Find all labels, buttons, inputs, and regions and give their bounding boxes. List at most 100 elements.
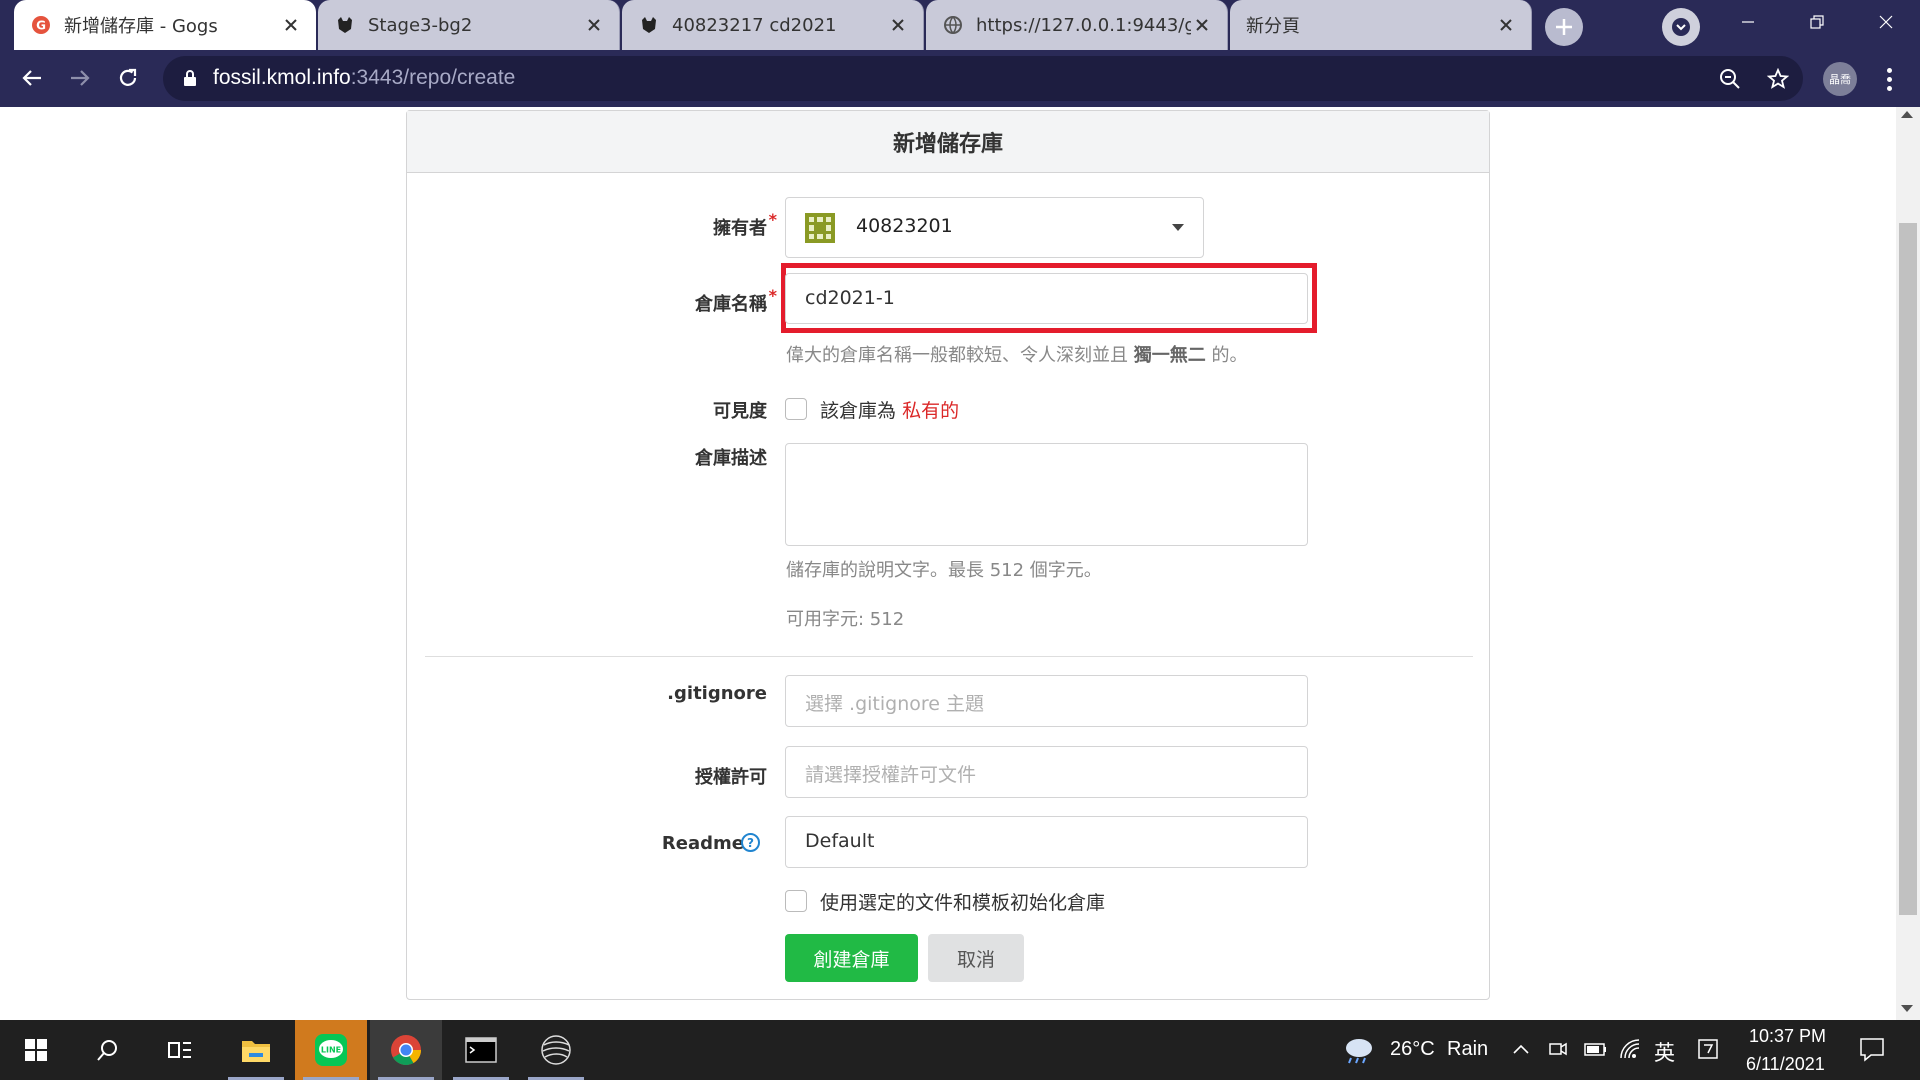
line-app-button[interactable]: LINE <box>295 1020 367 1080</box>
repo-name-value: cd2021-1 <box>805 287 895 309</box>
minimize-button[interactable] <box>1716 0 1780 44</box>
visibility-label: 可見度 <box>713 401 767 422</box>
search-button[interactable] <box>72 1020 144 1080</box>
chevron-up-icon[interactable] <box>1512 1040 1530 1062</box>
repo-name-hint-c: 的。 <box>1211 345 1248 366</box>
readme-label: Readme <box>661 833 744 854</box>
weather-icon[interactable] <box>1342 1036 1376 1070</box>
profile-avatar[interactable]: 晶喬 <box>1823 62 1857 96</box>
owner-avatar <box>805 213 835 243</box>
create-repo-button[interactable]: 創建倉庫 <box>785 934 918 982</box>
close-icon[interactable] <box>583 14 605 36</box>
start-button[interactable] <box>0 1020 72 1080</box>
reload-button[interactable] <box>108 58 148 98</box>
readme-value: Default <box>805 830 875 852</box>
license-select[interactable]: 請選擇授權許可文件 <box>785 746 1308 798</box>
tab-40823217-cd2021[interactable]: 40823217 cd2021 <box>622 0 924 50</box>
globe-icon <box>942 14 964 36</box>
chrome-button[interactable] <box>370 1020 442 1080</box>
repo-name-input[interactable]: cd2021-1 <box>785 273 1308 324</box>
tab-title: 新分頁 <box>1246 16 1300 37</box>
page-scrollbar[interactable] <box>1896 107 1920 1020</box>
reload-icon <box>119 68 137 86</box>
browser-tab-strip: G 新增儲存庫 - Gogs Stage3-bg2 40823217 cd202… <box>0 0 1920 50</box>
license-label: 授權許可 <box>695 767 767 788</box>
tab-search-button[interactable] <box>1662 8 1700 46</box>
back-button[interactable] <box>12 58 52 98</box>
address-bar[interactable]: fossil.kmol.info:3443/repo/create <box>163 56 1803 101</box>
repo-name-hint: 偉大的倉庫名稱一般都較短、令人深刻並且 獨一無二 的。 <box>786 341 1247 367</box>
close-window-button[interactable] <box>1854 0 1918 44</box>
minimize-icon <box>1742 21 1754 23</box>
gitignore-select[interactable]: 選擇 .gitignore 主題 <box>785 675 1308 727</box>
svg-text:LINE: LINE <box>321 1046 341 1055</box>
sphere-app-icon <box>541 1035 571 1065</box>
weather-desc[interactable]: Rain <box>1447 1038 1488 1061</box>
scroll-thumb[interactable] <box>1899 223 1917 915</box>
new-tab-button[interactable] <box>1545 8 1583 46</box>
arrow-right-icon <box>71 70 90 86</box>
zoom-icon[interactable] <box>1715 64 1745 94</box>
tab-title: 40823217 cd2021 <box>672 14 837 36</box>
divider <box>425 656 1473 657</box>
github-icon <box>638 14 660 36</box>
tab-stage3-bg2[interactable]: Stage3-bg2 <box>318 0 620 50</box>
github-icon <box>334 14 356 36</box>
visibility-text-a: 該倉庫為 <box>820 400 897 422</box>
init-repo-checkbox[interactable] <box>785 890 807 912</box>
url-host: fossil.kmol.info <box>213 66 351 89</box>
repo-name-hint-b: 獨一無二 <box>1133 345 1206 366</box>
chrome-icon <box>391 1035 421 1066</box>
task-view-icon <box>168 1042 191 1058</box>
readme-select[interactable]: Default <box>785 816 1308 868</box>
init-repo-label: 使用選定的文件和模板初始化倉庫 <box>820 892 1106 914</box>
page-title: 新增儲存庫 <box>407 111 1489 173</box>
windows-taskbar: LINE 26°C Rain 英 10:37 PM 6/11/2021 <box>0 1020 1920 1080</box>
create-repo-form: 新增儲存庫 擁有者 * 40823201 倉庫名稱 * cd2021-1 偉大的倉庫… <box>406 110 1490 1000</box>
clock-time[interactable]: 10:37 PM <box>1749 1026 1826 1047</box>
scroll-up-icon[interactable] <box>1901 111 1913 118</box>
tab-new-repository[interactable]: G 新增儲存庫 - Gogs <box>14 0 316 50</box>
battery-icon[interactable] <box>1582 1039 1608 1063</box>
task-view-button[interactable] <box>144 1020 216 1080</box>
meet-now-icon[interactable] <box>1548 1038 1568 1064</box>
close-icon[interactable] <box>1191 14 1213 36</box>
description-hint: 儲存庫的說明文字。最長 512 個字元。 <box>786 560 1102 581</box>
forward-button[interactable] <box>60 58 100 98</box>
file-explorer-button[interactable] <box>220 1020 292 1080</box>
visibility-private: 私有的 <box>902 400 960 422</box>
more-menu-icon[interactable] <box>1874 62 1904 96</box>
description-textarea[interactable] <box>785 443 1308 546</box>
close-icon[interactable] <box>887 14 909 36</box>
gitignore-placeholder: 選擇 .gitignore 主題 <box>805 693 984 715</box>
wifi-icon[interactable] <box>1619 1038 1643 1064</box>
close-icon[interactable] <box>280 14 302 36</box>
tab-new-tab[interactable]: 新分頁 <box>1230 0 1532 50</box>
tab-title: 新增儲存庫 - Gogs <box>64 16 218 37</box>
terminal-button[interactable] <box>445 1020 517 1080</box>
star-icon[interactable] <box>1763 64 1793 94</box>
required-mark: * <box>768 286 777 305</box>
notification-icon[interactable] <box>1859 1036 1885 1066</box>
close-icon[interactable] <box>1495 14 1517 36</box>
restore-button[interactable] <box>1785 0 1849 44</box>
close-icon <box>1879 15 1893 29</box>
app-button[interactable] <box>520 1020 592 1080</box>
restore-icon <box>1810 15 1824 29</box>
cancel-button[interactable]: 取消 <box>928 934 1024 982</box>
gitignore-label: .gitignore <box>667 683 767 704</box>
help-icon[interactable]: ? <box>741 833 760 852</box>
owner-dropdown[interactable]: 40823201 <box>785 197 1204 258</box>
url-text[interactable]: fossil.kmol.info:3443/repo/create <box>213 66 515 90</box>
svg-text:G: G <box>36 19 46 33</box>
repo-name-label-text: 倉庫名稱 <box>695 294 767 315</box>
arrow-left-icon <box>22 70 41 86</box>
ime-indicator[interactable]: 英 <box>1654 1037 1675 1067</box>
weather-temp[interactable]: 26°C <box>1390 1038 1435 1061</box>
tab-title: Stage3-bg2 <box>368 14 473 36</box>
clock-date[interactable]: 6/11/2021 <box>1746 1054 1825 1075</box>
input-mode-icon[interactable] <box>1697 1037 1719 1065</box>
tab-localhost-9443[interactable]: https://127.0.0.1:9443/ger <box>926 0 1228 50</box>
private-checkbox[interactable] <box>785 398 807 420</box>
scroll-down-icon[interactable] <box>1901 1005 1913 1012</box>
